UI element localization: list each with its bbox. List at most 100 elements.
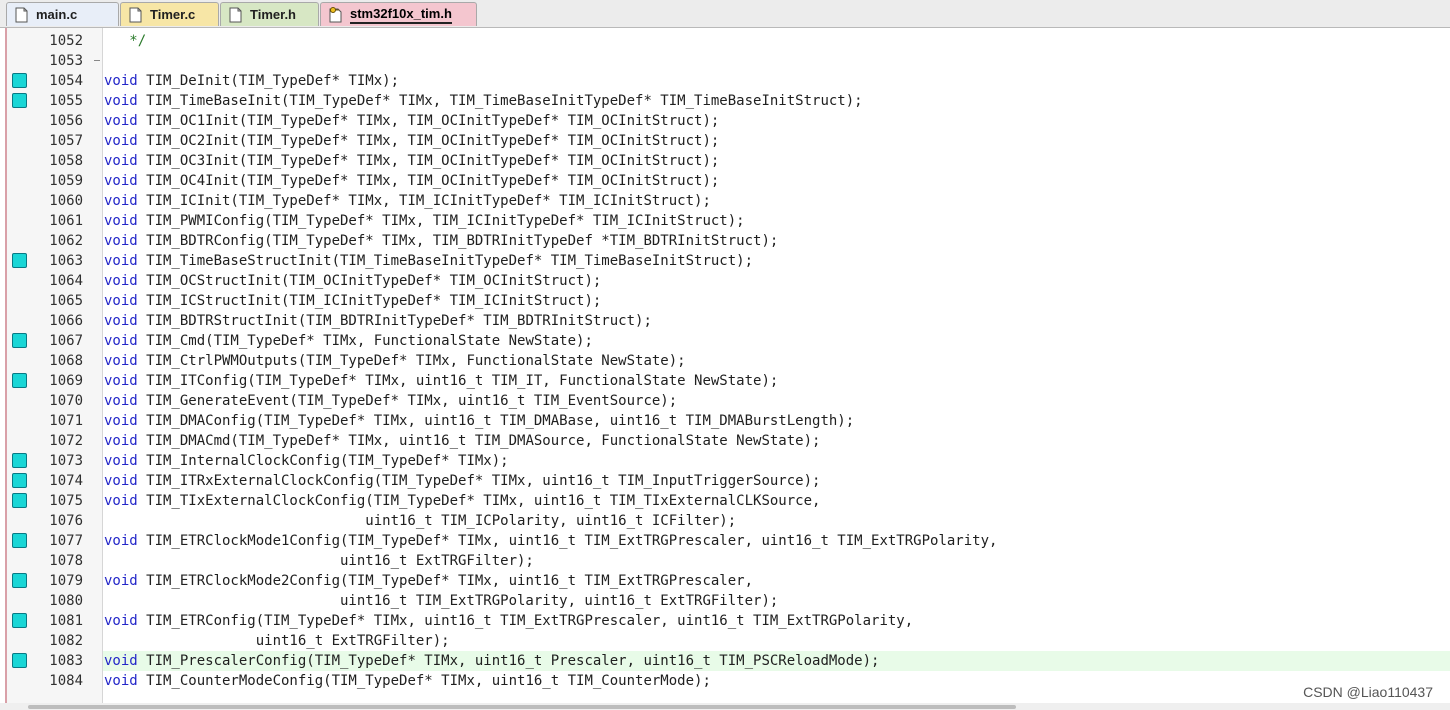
code-text[interactable]: void TIM_PWMIConfig(TIM_TypeDef* TIMx, T…	[103, 211, 1450, 231]
breakpoint-marker-icon[interactable]	[12, 473, 27, 488]
code-line[interactable]: 1070 void TIM_GenerateEvent(TIM_TypeDef* …	[7, 391, 1450, 411]
code-line[interactable]: 1066 void TIM_BDTRStructInit(TIM_BDTRInit…	[7, 311, 1450, 331]
code-line[interactable]: 1052 */	[7, 31, 1450, 51]
keyword-void: void	[104, 133, 138, 149]
code-line[interactable]: 1059 void TIM_OC4Init(TIM_TypeDef* TIMx, …	[7, 171, 1450, 191]
tab-timer-c[interactable]: Timer.c	[120, 2, 219, 26]
c-file-icon	[129, 7, 142, 22]
code-text[interactable]: void TIM_BDTRConfig(TIM_TypeDef* TIMx, T…	[103, 231, 1450, 251]
code-text[interactable]: void TIM_CounterModeConfig(TIM_TypeDef* …	[103, 671, 1450, 691]
code-text[interactable]: void TIM_ETRConfig(TIM_TypeDef* TIMx, ui…	[103, 611, 1450, 631]
breakpoint-marker-icon[interactable]	[12, 453, 27, 468]
code-text[interactable]: void TIM_GenerateEvent(TIM_TypeDef* TIMx…	[103, 391, 1450, 411]
code-line[interactable]: 1079 void TIM_ETRClockMode2Config(TIM_Typ…	[7, 571, 1450, 591]
code-line[interactable]: 1062 void TIM_BDTRConfig(TIM_TypeDef* TIM…	[7, 231, 1450, 251]
code-text[interactable]: void TIM_CtrlPWMOutputs(TIM_TypeDef* TIM…	[103, 351, 1450, 371]
breakpoint-marker-icon[interactable]	[12, 93, 27, 108]
code-text[interactable]: void TIM_OCStructInit(TIM_OCInitTypeDef*…	[103, 271, 1450, 291]
code-text[interactable]: void TIM_ICInit(TIM_TypeDef* TIMx, TIM_I…	[103, 191, 1450, 211]
code-text[interactable]: uint16_t TIM_ExtTRGPolarity, uint16_t Ex…	[103, 591, 1450, 611]
code-text[interactable]: void TIM_PrescalerConfig(TIM_TypeDef* TI…	[103, 651, 1450, 671]
code-text[interactable]: void TIM_BDTRStructInit(TIM_BDTRInitType…	[103, 311, 1450, 331]
code-line[interactable]: 1071 void TIM_DMAConfig(TIM_TypeDef* TIMx…	[7, 411, 1450, 431]
code-text[interactable]: void TIM_TimeBaseInit(TIM_TypeDef* TIMx,…	[103, 91, 1450, 111]
keyword-void: void	[104, 353, 138, 369]
breakpoint-marker-icon[interactable]	[12, 653, 27, 668]
code-line[interactable]: 1056 void TIM_OC1Init(TIM_TypeDef* TIMx, …	[7, 111, 1450, 131]
code-line[interactable]: 1073 void TIM_InternalClockConfig(TIM_Typ…	[7, 451, 1450, 471]
code-editor[interactable]: 1052 */ 1053 1054 void TIM_DeInit(TIM_TypeD…	[5, 28, 1450, 704]
code-text[interactable]: void TIM_DMAConfig(TIM_TypeDef* TIMx, ui…	[103, 411, 1450, 431]
breakpoint-marker-icon[interactable]	[12, 253, 27, 268]
code-text[interactable]: void TIM_InternalClockConfig(TIM_TypeDef…	[103, 451, 1450, 471]
code-line[interactable]: 1067 void TIM_Cmd(TIM_TypeDef* TIMx, Func…	[7, 331, 1450, 351]
breakpoint-marker-icon[interactable]	[12, 373, 27, 388]
code-line[interactable]: 1082 uint16_t ExtTRGFilter);	[7, 631, 1450, 651]
code-line[interactable]: 1065 void TIM_ICStructInit(TIM_ICInitType…	[7, 291, 1450, 311]
code-text[interactable]: void TIM_OC2Init(TIM_TypeDef* TIMx, TIM_…	[103, 131, 1450, 151]
code-line[interactable]: 1061 void TIM_PWMIConfig(TIM_TypeDef* TIM…	[7, 211, 1450, 231]
code-line[interactable]: 1063 void TIM_TimeBaseStructInit(TIM_Time…	[7, 251, 1450, 271]
line-number: 1074	[49, 473, 83, 489]
code-text[interactable]: void TIM_ITConfig(TIM_TypeDef* TIMx, uin…	[103, 371, 1450, 391]
code-text[interactable]: void TIM_ICStructInit(TIM_ICInitTypeDef*…	[103, 291, 1450, 311]
line-number: 1072	[49, 433, 83, 449]
code-line[interactable]: 1080 uint16_t TIM_ExtTRGPolarity, uint16…	[7, 591, 1450, 611]
code-line[interactable]: 1077 void TIM_ETRClockMode1Config(TIM_Typ…	[7, 531, 1450, 551]
code-line[interactable]: 1055 void TIM_TimeBaseInit(TIM_TypeDef* T…	[7, 91, 1450, 111]
code-text[interactable]: uint16_t ExtTRGFilter);	[103, 631, 1450, 651]
code-text[interactable]: void TIM_OC4Init(TIM_TypeDef* TIMx, TIM_…	[103, 171, 1450, 191]
code-text[interactable]: */	[103, 31, 1450, 51]
keyword-void: void	[104, 73, 138, 89]
keyword-void: void	[104, 453, 138, 469]
c-file-icon	[15, 7, 28, 22]
code-text[interactable]: void TIM_OC3Init(TIM_TypeDef* TIMx, TIM_…	[103, 151, 1450, 171]
code-line[interactable]: 1076 uint16_t TIM_ICPolarity, uint16_t I…	[7, 511, 1450, 531]
code-line[interactable]: 1074 void TIM_ITRxExternalClockConfig(TIM…	[7, 471, 1450, 491]
horizontal-scrollbar-thumb[interactable]	[28, 705, 1016, 709]
code-text[interactable]: void TIM_TIxExternalClockConfig(TIM_Type…	[103, 491, 1450, 511]
code-line[interactable]: 1057 void TIM_OC2Init(TIM_TypeDef* TIMx, …	[7, 131, 1450, 151]
code-text[interactable]: void TIM_ETRClockMode2Config(TIM_TypeDef…	[103, 571, 1450, 591]
code-line[interactable]: 1083 void TIM_PrescalerConfig(TIM_TypeDef…	[7, 651, 1450, 671]
code-text[interactable]	[103, 51, 1450, 71]
breakpoint-marker-icon[interactable]	[12, 533, 27, 548]
code-text[interactable]: void TIM_TimeBaseStructInit(TIM_TimeBase…	[103, 251, 1450, 271]
breakpoint-marker-icon[interactable]	[12, 493, 27, 508]
code-line[interactable]: 1058 void TIM_OC3Init(TIM_TypeDef* TIMx, …	[7, 151, 1450, 171]
line-number: 1052	[49, 33, 83, 49]
breakpoint-marker-icon[interactable]	[12, 613, 27, 628]
code-line[interactable]: 1078 uint16_t ExtTRGFilter);	[7, 551, 1450, 571]
tab-main-c[interactable]: main.c	[6, 2, 119, 26]
code-line[interactable]: 1064 void TIM_OCStructInit(TIM_OCInitType…	[7, 271, 1450, 291]
code-line[interactable]: 1054 void TIM_DeInit(TIM_TypeDef* TIMx);	[7, 71, 1450, 91]
code-text[interactable]: uint16_t ExtTRGFilter);	[103, 551, 1450, 571]
line-number: 1068	[49, 353, 83, 369]
h-file-icon	[229, 7, 242, 22]
code-line[interactable]: 1068 void TIM_CtrlPWMOutputs(TIM_TypeDef*…	[7, 351, 1450, 371]
code-line[interactable]: 1069 void TIM_ITConfig(TIM_TypeDef* TIMx,…	[7, 371, 1450, 391]
code-text[interactable]: void TIM_DMACmd(TIM_TypeDef* TIMx, uint1…	[103, 431, 1450, 451]
tab-stm32f10x-tim-h[interactable]: stm32f10x_tim.h	[320, 2, 477, 26]
code-line[interactable]: 1081 void TIM_ETRConfig(TIM_TypeDef* TIMx…	[7, 611, 1450, 631]
code-text[interactable]: void TIM_ITRxExternalClockConfig(TIM_Typ…	[103, 471, 1450, 491]
code-text[interactable]: void TIM_DeInit(TIM_TypeDef* TIMx);	[103, 71, 1450, 91]
code-text[interactable]: void TIM_ETRClockMode1Config(TIM_TypeDef…	[103, 531, 1450, 551]
code-line[interactable]: 1072 void TIM_DMACmd(TIM_TypeDef* TIMx, u…	[7, 431, 1450, 451]
breakpoint-marker-icon[interactable]	[12, 333, 27, 348]
line-number: 1058	[49, 153, 83, 169]
code-line[interactable]: 1075 void TIM_TIxExternalClockConfig(TIM_…	[7, 491, 1450, 511]
code-text[interactable]: void TIM_OC1Init(TIM_TypeDef* TIMx, TIM_…	[103, 111, 1450, 131]
code-text[interactable]: uint16_t TIM_ICPolarity, uint16_t ICFilt…	[103, 511, 1450, 531]
code-line[interactable]: 1053	[7, 51, 1450, 71]
breakpoint-marker-icon[interactable]	[12, 573, 27, 588]
code-line[interactable]: 1060 void TIM_ICInit(TIM_TypeDef* TIMx, T…	[7, 191, 1450, 211]
breakpoint-marker-icon[interactable]	[12, 73, 27, 88]
keyword-void: void	[104, 93, 138, 109]
fold-marker-icon[interactable]	[94, 60, 100, 61]
tab-timer-h[interactable]: Timer.h	[220, 2, 319, 26]
code-text[interactable]: void TIM_Cmd(TIM_TypeDef* TIMx, Function…	[103, 331, 1450, 351]
line-number: 1083	[49, 653, 83, 669]
code-line[interactable]: 1084 void TIM_CounterModeConfig(TIM_TypeD…	[7, 671, 1450, 691]
keyword-void: void	[104, 493, 138, 509]
